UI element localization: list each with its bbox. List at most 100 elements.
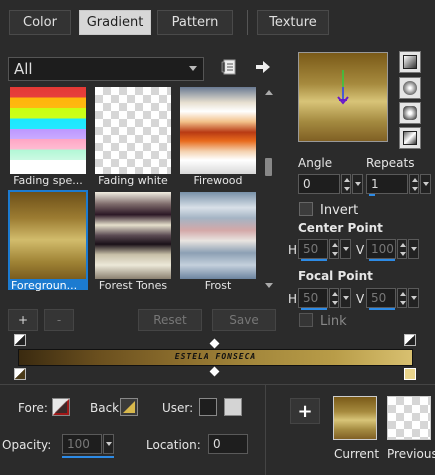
rectangular-style-button[interactable] (399, 127, 421, 149)
repeats-input[interactable]: 1 (366, 174, 408, 196)
focal-h-label: H (288, 292, 298, 306)
ellipse-style-button[interactable] (399, 102, 421, 124)
scroll-up-icon[interactable] (265, 90, 273, 95)
gradient-thumb[interactable]: Fading spe... (8, 85, 88, 187)
previous-label: Previous (387, 447, 435, 461)
gradient-thumb[interactable]: Firewood (178, 85, 258, 187)
center-h-label: H (288, 243, 298, 257)
angle-label: Angle (298, 156, 333, 170)
arrow-right-icon[interactable] (253, 58, 273, 76)
transparency-midpoint[interactable] (209, 338, 220, 349)
scrollbar-thumb[interactable] (265, 158, 272, 176)
gradient-file-icon[interactable] (220, 58, 238, 76)
add-gradient-button[interactable]: + (8, 309, 38, 331)
focal-v-stepper[interactable] (397, 288, 407, 308)
color-stop-left[interactable] (14, 368, 26, 380)
gradient-thumb-label: Firewood (193, 174, 243, 187)
previous-gradient-swatch[interactable] (387, 396, 431, 440)
gradient-swatch (180, 87, 256, 174)
gallery-scrollbar[interactable] (262, 85, 275, 295)
center-v-input[interactable]: 100 (366, 239, 396, 261)
gradient-swatch (180, 192, 256, 279)
center-h-stepper[interactable] (329, 239, 339, 259)
repeats-label: Repeats (366, 156, 415, 170)
save-button[interactable]: Save (212, 309, 276, 331)
invert-label: Invert (320, 203, 359, 218)
center-v-dropdown[interactable] (408, 239, 419, 259)
reset-button[interactable]: Reset (138, 309, 202, 331)
center-v-stepper[interactable] (397, 239, 407, 259)
focal-v-dropdown[interactable] (408, 288, 419, 308)
color-stop-right[interactable] (404, 368, 416, 380)
angle-input[interactable]: 0 (298, 174, 340, 194)
remove-gradient-button[interactable]: - (44, 309, 74, 331)
fore-label: Fore: (18, 401, 48, 415)
repeats-value: 1 (371, 177, 379, 191)
location-input[interactable]: 0 (208, 434, 248, 454)
add-to-swatches-button[interactable]: + (290, 398, 320, 424)
gradient-thumb[interactable]: Frost (178, 190, 258, 292)
opacity-label: Opacity: (2, 438, 52, 452)
focal-h-value: 50 (303, 291, 319, 305)
gradient-swatch (95, 192, 171, 279)
center-h-dropdown[interactable] (340, 239, 351, 259)
back-label: Back: (90, 401, 124, 415)
center-v-slider-fill (369, 259, 395, 261)
section-divider-vertical (265, 385, 266, 475)
focal-v-input[interactable]: 50 (366, 288, 396, 310)
gradient-thumb[interactable]: Fading white (93, 85, 173, 187)
center-v-value: 100 (371, 242, 394, 256)
scroll-down-icon[interactable] (265, 283, 273, 288)
repeats-slider-fill (369, 194, 375, 196)
gradient-thumb[interactable]: Forest Tones (93, 190, 173, 292)
focal-v-slider-fill (369, 308, 395, 310)
transparency-stop-left[interactable] (14, 334, 26, 346)
tab-gradient[interactable]: Gradient (79, 10, 151, 35)
focal-v-value: 50 (371, 291, 387, 305)
opacity-dropdown[interactable] (103, 434, 114, 454)
center-h-slider-fill (301, 259, 327, 261)
background-swatch[interactable] (120, 398, 138, 416)
gradient-swatch (10, 192, 86, 279)
invert-checkbox[interactable] (299, 202, 313, 216)
radial-style-button[interactable] (399, 77, 421, 99)
center-v-label: V (356, 243, 365, 257)
link-checkbox[interactable] (299, 313, 313, 327)
gradient-preview[interactable] (298, 52, 388, 142)
opacity-slider-fill (62, 456, 114, 458)
gradient-swatch (95, 87, 171, 174)
opacity-value: 100 (67, 437, 90, 451)
repeats-dropdown[interactable] (420, 174, 431, 194)
gradient-gallery: Fading spe... Fading white Firewood Fore… (8, 85, 258, 295)
foreground-swatch[interactable] (52, 398, 70, 416)
category-dropdown[interactable]: All (8, 57, 204, 81)
chevron-down-icon (189, 66, 197, 71)
color-midpoint[interactable] (209, 366, 220, 377)
tab-divider (247, 10, 248, 35)
gradient-bar-text: ESTELA FONSECA (174, 352, 257, 361)
focal-h-input[interactable]: 50 (298, 288, 328, 310)
center-point-label: Center Point (298, 221, 383, 235)
transparency-stop-right[interactable] (404, 334, 416, 346)
opacity-input[interactable]: 100 (62, 434, 114, 458)
center-h-value: 50 (303, 242, 319, 256)
angle-dropdown[interactable] (352, 174, 363, 194)
user-color-swatch-dark[interactable] (199, 398, 217, 416)
tab-texture[interactable]: Texture (257, 10, 329, 35)
center-h-input[interactable]: 50 (298, 239, 328, 261)
gradient-editor-bar[interactable]: ESTELA FONSECA (18, 349, 413, 366)
focal-h-dropdown[interactable] (340, 288, 351, 308)
linear-style-button[interactable] (399, 51, 421, 73)
gradient-thumb[interactable]: Foregroun... (8, 190, 88, 292)
location-value: 0 (213, 437, 221, 451)
focal-h-stepper[interactable] (329, 288, 339, 308)
tab-color[interactable]: Color (9, 10, 71, 35)
tab-pattern[interactable]: Pattern (157, 10, 233, 35)
category-selected-label: All (14, 60, 33, 78)
repeats-stepper[interactable] (409, 174, 419, 194)
user-color-swatch-light[interactable] (224, 398, 242, 416)
angle-stepper[interactable] (341, 174, 351, 194)
user-label: User: (162, 401, 194, 415)
current-gradient-swatch[interactable] (333, 396, 377, 440)
focal-point-label: Focal Point (298, 269, 373, 283)
